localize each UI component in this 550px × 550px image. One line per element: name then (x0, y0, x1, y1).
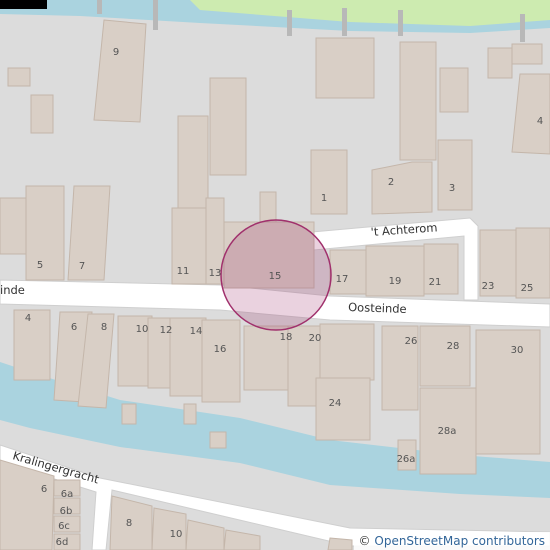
canal-post (287, 10, 292, 36)
house-number: 25 (521, 283, 534, 294)
house-number: 6d (56, 537, 69, 548)
house-number: 10 (136, 324, 149, 335)
house-number: 26 (405, 336, 418, 347)
house-number: 4 (25, 313, 31, 324)
canal-post (153, 0, 158, 30)
map-view[interactable]: inde Oosteinde 't Achterom Kralingergrac… (0, 0, 550, 550)
canal-post (398, 10, 403, 36)
corner-bar (0, 0, 47, 9)
house-number: 30 (511, 345, 524, 356)
house-number: 10 (170, 529, 183, 540)
house-number: 2 (388, 177, 394, 188)
house-number: 16 (214, 344, 227, 355)
house-number: 15 (269, 271, 282, 282)
house-number: 28a (438, 426, 457, 437)
house-number: 11 (177, 266, 190, 277)
house-number: 23 (482, 281, 495, 292)
street-label-oosteinde: Oosteinde (348, 300, 407, 316)
house-number: 8 (101, 322, 107, 333)
canal-post (520, 14, 525, 42)
house-number: 28 (447, 341, 460, 352)
house-number: 3 (449, 183, 455, 194)
street-label-oosteinde-left: inde (0, 283, 25, 297)
osm-contributors-link[interactable]: OpenStreetMap contributors (374, 534, 545, 548)
house-number: 21 (429, 277, 442, 288)
house-number: 12 (160, 325, 173, 336)
copyright-symbol: © (358, 534, 371, 548)
attribution: © OpenStreetMap contributors (353, 532, 550, 550)
house-number: 1 (321, 193, 327, 204)
house-number: 5 (37, 260, 43, 271)
house-number: 6a (61, 489, 74, 500)
canal-post (342, 8, 347, 36)
house-number: 18 (280, 332, 293, 343)
house-number: 6 (71, 322, 77, 333)
house-number: 9 (113, 47, 119, 58)
house-number: 20 (309, 333, 322, 344)
house-number: 7 (79, 261, 85, 272)
house-number: 13 (209, 268, 222, 279)
house-number: 4 (537, 116, 543, 127)
house-number: 6 (41, 484, 47, 495)
house-number: 17 (336, 274, 349, 285)
map-canvas[interactable]: inde Oosteinde 't Achterom Kralingergrac… (0, 0, 550, 550)
house-number: 6c (58, 521, 70, 532)
house-number: 19 (389, 276, 402, 287)
canal-post (97, 0, 102, 14)
house-number: 14 (190, 326, 203, 337)
house-number: 8 (126, 518, 132, 529)
house-number: 24 (329, 398, 342, 409)
house-number: 6b (60, 506, 73, 517)
house-number: 26a (397, 454, 416, 465)
